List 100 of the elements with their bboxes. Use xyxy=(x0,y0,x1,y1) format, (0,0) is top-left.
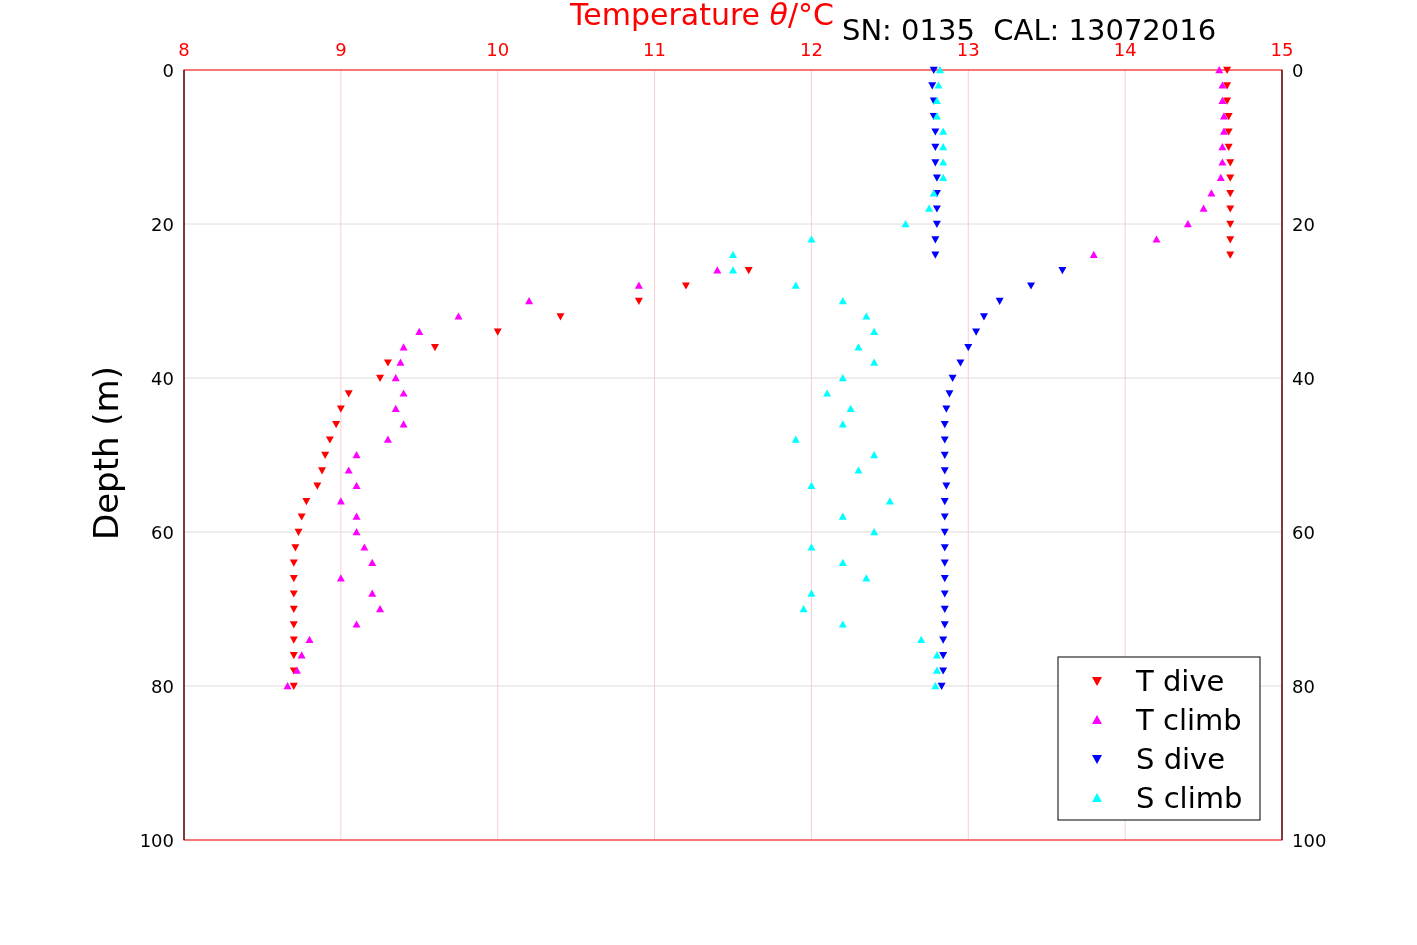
data-point xyxy=(939,636,948,644)
y-axis-label: Depth (m) xyxy=(86,366,126,540)
data-point xyxy=(940,605,949,613)
data-point xyxy=(838,512,847,520)
data-point xyxy=(430,344,439,352)
data-point xyxy=(352,481,361,489)
data-point xyxy=(556,313,565,321)
data-point xyxy=(368,589,377,597)
y-tick-label: 40 xyxy=(151,368,174,389)
data-point xyxy=(383,435,392,443)
data-point xyxy=(940,621,949,629)
legend-label: T climb xyxy=(1136,703,1242,737)
data-point xyxy=(291,544,300,552)
y-tick-label: 0 xyxy=(1292,60,1304,81)
legend-label: S climb xyxy=(1136,781,1243,815)
y-tick-label: 100 xyxy=(139,830,174,851)
data-point xyxy=(352,620,361,628)
data-point xyxy=(807,481,816,489)
data-point xyxy=(870,451,879,459)
data-point xyxy=(294,528,303,536)
data-point xyxy=(713,266,722,274)
data-point xyxy=(862,312,871,320)
data-point xyxy=(1226,190,1235,198)
data-point xyxy=(940,513,949,521)
legend-label: S dive xyxy=(1136,742,1226,776)
data-point xyxy=(368,558,377,566)
chart-title: Temperature θ/°C xyxy=(570,0,834,30)
data-point xyxy=(744,267,753,275)
y-tick-label: 0 xyxy=(162,60,174,81)
data-point xyxy=(383,359,392,367)
data-point xyxy=(1199,204,1208,212)
y-tick-label: 80 xyxy=(1292,676,1315,697)
data-point xyxy=(823,389,832,397)
x-tick-label: 13 xyxy=(956,39,980,60)
data-point xyxy=(945,390,954,398)
data-point xyxy=(940,590,949,598)
data-point xyxy=(940,451,949,459)
data-point xyxy=(807,543,816,551)
data-point xyxy=(862,574,871,582)
data-point xyxy=(1226,220,1235,228)
data-point xyxy=(321,451,330,459)
data-point xyxy=(846,404,855,412)
data-point xyxy=(493,328,502,336)
data-point xyxy=(940,528,949,536)
x-tick-label: 12 xyxy=(800,39,823,60)
data-point xyxy=(940,498,949,506)
data-point xyxy=(972,328,981,336)
data-point xyxy=(838,620,847,628)
data-point xyxy=(352,512,361,520)
data-point xyxy=(352,451,361,459)
data-point xyxy=(1058,267,1067,275)
data-point xyxy=(1027,282,1036,290)
data-point xyxy=(979,313,988,321)
data-point xyxy=(634,297,643,305)
data-point xyxy=(391,374,400,382)
data-point xyxy=(901,220,910,228)
data-point xyxy=(1089,250,1098,258)
data-point xyxy=(399,343,408,351)
x-tick-label: 11 xyxy=(643,39,666,60)
data-point xyxy=(634,281,643,289)
data-point xyxy=(932,220,941,228)
x-tick-label: 8 xyxy=(178,39,190,60)
data-point xyxy=(942,482,951,490)
legend-label: T dive xyxy=(1136,664,1225,698)
y-tick-label: 20 xyxy=(151,214,174,235)
data-point xyxy=(1226,236,1235,244)
data-point xyxy=(807,589,816,597)
data-point xyxy=(807,235,816,243)
data-point xyxy=(940,436,949,444)
data-point xyxy=(454,312,463,320)
data-point xyxy=(1152,235,1161,243)
data-point xyxy=(336,574,345,582)
data-point xyxy=(399,389,408,397)
y-tick-label: 60 xyxy=(1292,522,1315,543)
data-point xyxy=(942,405,951,413)
data-point xyxy=(332,421,341,429)
y-tick-label: 60 xyxy=(151,522,174,543)
y-tick-label: 20 xyxy=(1292,214,1315,235)
data-point xyxy=(1226,251,1235,259)
x-tick-label: 10 xyxy=(486,39,510,60)
data-point xyxy=(344,466,353,474)
data-point xyxy=(336,497,345,505)
data-point xyxy=(289,605,298,613)
data-point xyxy=(289,559,298,567)
data-point xyxy=(964,344,973,352)
data-point xyxy=(870,358,879,366)
data-point xyxy=(1207,189,1216,197)
data-point xyxy=(838,374,847,382)
data-point xyxy=(799,605,808,613)
data-point xyxy=(289,636,298,644)
data-point xyxy=(791,281,800,289)
data-point xyxy=(1226,205,1235,213)
data-point xyxy=(289,575,298,583)
data-point xyxy=(854,343,863,351)
data-point xyxy=(376,374,385,382)
data-point xyxy=(931,236,940,244)
data-point xyxy=(344,390,353,398)
data-point xyxy=(391,404,400,412)
data-point xyxy=(297,513,306,521)
data-point xyxy=(948,374,957,382)
